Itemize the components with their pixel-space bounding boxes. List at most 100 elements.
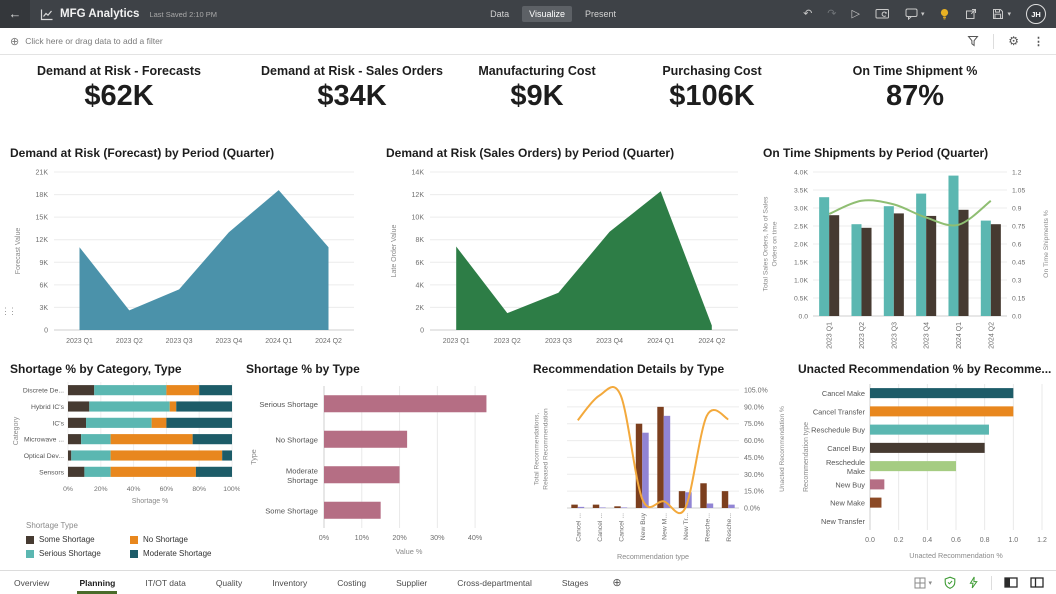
data-governance-button[interactable] (944, 576, 956, 589)
svg-text:21K: 21K (36, 170, 49, 177)
kpi-value: 87% (805, 78, 1025, 114)
funnel-icon (967, 35, 979, 47)
kpi-purchasing-cost[interactable]: Purchasing Cost$106K (602, 64, 822, 114)
area-chart-svg[interactable]: 03K6K9K12K15K18K21K2023 Q12023 Q22023 Q3… (10, 162, 368, 352)
chart-title: Recommendation Details by Type (533, 362, 791, 376)
svg-text:0%: 0% (319, 533, 330, 542)
kpi-value: $62K (9, 78, 229, 114)
svg-text:New Tr...: New Tr... (683, 513, 690, 540)
grid-caret-icon: ▾ (928, 579, 932, 587)
svg-text:15K: 15K (36, 215, 49, 222)
hbar-chart-svg[interactable]: 0%10%20%30%40%Serious ShortageNo Shortag… (246, 378, 504, 560)
avatar[interactable]: JH (1026, 4, 1046, 24)
bottom-tab-it-ot-data[interactable]: IT/OT data (143, 572, 187, 594)
panel-filled-icon (1004, 577, 1018, 588)
bottom-tab-planning[interactable]: Planning (77, 572, 117, 594)
svg-text:Cancel Transfer: Cancel Transfer (813, 407, 866, 416)
kebab-menu-button[interactable]: ⋮ (1033, 35, 1044, 48)
mode-tabs: Data Visualize Present (483, 6, 623, 22)
funnel-filter-button[interactable] (967, 35, 979, 47)
area-chart-svg[interactable]: 02K4K6K8K10K12K14K2023 Q12023 Q22023 Q32… (386, 162, 752, 352)
panel-left-toggle-button[interactable] (1004, 577, 1018, 588)
svg-text:Cancel ...: Cancel ... (597, 513, 604, 542)
bottom-tab-stages[interactable]: Stages (560, 572, 590, 594)
svg-text:0.6: 0.6 (1012, 242, 1022, 249)
svg-text:IC's: IC's (53, 420, 65, 427)
filter-bar: ⊕ Click here or drag data to add a filte… (0, 28, 1056, 55)
shield-icon (944, 576, 956, 589)
svg-text:Hybrid IC's: Hybrid IC's (31, 404, 65, 411)
legend-label: Serious Shortage (39, 549, 101, 558)
kpi-label: On Time Shipment % (805, 64, 1025, 78)
add-filter-icon[interactable]: ⊕ (10, 35, 19, 48)
topbar-actions: ↶ ↷ ▷ ▾ ▾ JH (803, 4, 1046, 24)
svg-text:3.0K: 3.0K (794, 206, 808, 213)
panel-split-toggle-button[interactable] (1030, 577, 1044, 588)
add-page-button[interactable]: ⊕ (612, 576, 621, 589)
play-button[interactable]: ▷ (852, 9, 860, 20)
open-in-new-button[interactable] (965, 8, 977, 20)
filter-bar-actions: ⚙ ⋮ (967, 34, 1044, 49)
layout-grid-button[interactable]: ▾ (914, 577, 932, 589)
svg-text:0.15: 0.15 (1012, 296, 1025, 303)
redo-button[interactable]: ↷ (827, 9, 836, 20)
bar-line-chart-svg[interactable]: 0.00.5K1.0K1.5K2.0K2.5K3.0K3.5K4.0K0.00.… (763, 162, 1053, 362)
legend-swatch (26, 536, 34, 544)
lightning-bolt-icon (968, 576, 979, 589)
svg-text:60.0%: 60.0% (744, 438, 764, 445)
legend-item: Moderate Shortage (130, 549, 250, 558)
svg-text:90.0%: 90.0% (744, 404, 764, 411)
svg-text:Unacted Recommendation %: Unacted Recommendation % (909, 551, 1003, 560)
tab-visualize[interactable]: Visualize (522, 6, 572, 22)
legend-label: Some Shortage (39, 535, 95, 544)
svg-text:New Transfer: New Transfer (821, 517, 865, 526)
kpi-label: Purchasing Cost (602, 64, 822, 78)
comment-button[interactable]: ▾ (905, 8, 925, 20)
bottom-tab-quality[interactable]: Quality (214, 572, 244, 594)
legend-label: No Shortage (143, 535, 188, 544)
save-button[interactable]: ▾ (992, 8, 1011, 20)
bottom-tab-costing[interactable]: Costing (335, 572, 368, 594)
tab-data[interactable]: Data (483, 6, 516, 22)
svg-text:2023 Q3: 2023 Q3 (545, 338, 572, 345)
svg-text:2023 Q2: 2023 Q2 (116, 338, 143, 345)
svg-text:40%: 40% (127, 486, 141, 493)
comment-icon (905, 8, 918, 20)
spark-actions-button[interactable] (968, 576, 979, 589)
undo-button[interactable]: ↶ (803, 9, 812, 20)
svg-text:2.0K: 2.0K (794, 242, 808, 249)
legend-swatch (26, 550, 34, 558)
bottom-tab-cross-departmental[interactable]: Cross-departmental (455, 572, 534, 594)
bottom-tab-inventory[interactable]: Inventory (270, 572, 309, 594)
refresh-schedule-button[interactable] (875, 8, 890, 20)
legend-item: No Shortage (130, 535, 250, 544)
bottom-tab-overview[interactable]: Overview (12, 572, 51, 594)
svg-text:Category: Category (13, 416, 20, 445)
legend-label: Moderate Shortage (143, 549, 212, 558)
chart-legend: Shortage Type Some ShortageNo ShortageSe… (10, 521, 244, 558)
hbar-multi-chart-svg[interactable]: 0.00.20.40.60.81.01.2Cancel MakeCancel T… (798, 378, 1052, 564)
svg-text:0.3: 0.3 (1012, 278, 1022, 285)
kpi-demand-risk-forecasts[interactable]: Demand at Risk - Forecasts$62K (9, 64, 229, 114)
divider (993, 34, 994, 49)
bottom-tab-supplier[interactable]: Supplier (394, 572, 429, 594)
svg-text:Sensors: Sensors (39, 469, 65, 476)
svg-text:14K: 14K (412, 170, 425, 177)
chart-title: Unacted Recommendation % by Recomme... (798, 362, 1056, 376)
svg-text:2024 Q2: 2024 Q2 (698, 338, 725, 345)
svg-text:105.0%: 105.0% (744, 388, 768, 395)
svg-text:10K: 10K (412, 215, 425, 222)
svg-text:Microwave ...: Microwave ... (24, 437, 64, 444)
settings-gear-button[interactable]: ⚙ (1008, 35, 1019, 47)
on-time-shipments-chart-card: On Time Shipments by Period (Quarter) 0.… (763, 146, 1055, 367)
svg-text:Total Recommendations,Released: Total Recommendations,Released Recommend… (534, 408, 550, 490)
app-window: ← MFG Analytics Last Saved 2:10 PM Data … (0, 0, 1056, 594)
combo-chart-svg[interactable]: 0.0%15.0%30.0%45.0%60.0%75.0%90.0%105.0%… (533, 378, 789, 564)
tab-present[interactable]: Present (578, 6, 623, 22)
kpi-on-time-shipment[interactable]: On Time Shipment %87% (805, 64, 1025, 114)
lightbulb-button[interactable] (939, 8, 950, 21)
back-button[interactable]: ← (0, 0, 30, 28)
stacked-hbar-chart-svg[interactable]: 0%20%40%60%80%100%Discrete De...Hybrid I… (10, 378, 240, 510)
grid-icon (914, 577, 926, 589)
add-filter-prompt[interactable]: Click here or drag data to add a filter (25, 36, 163, 46)
